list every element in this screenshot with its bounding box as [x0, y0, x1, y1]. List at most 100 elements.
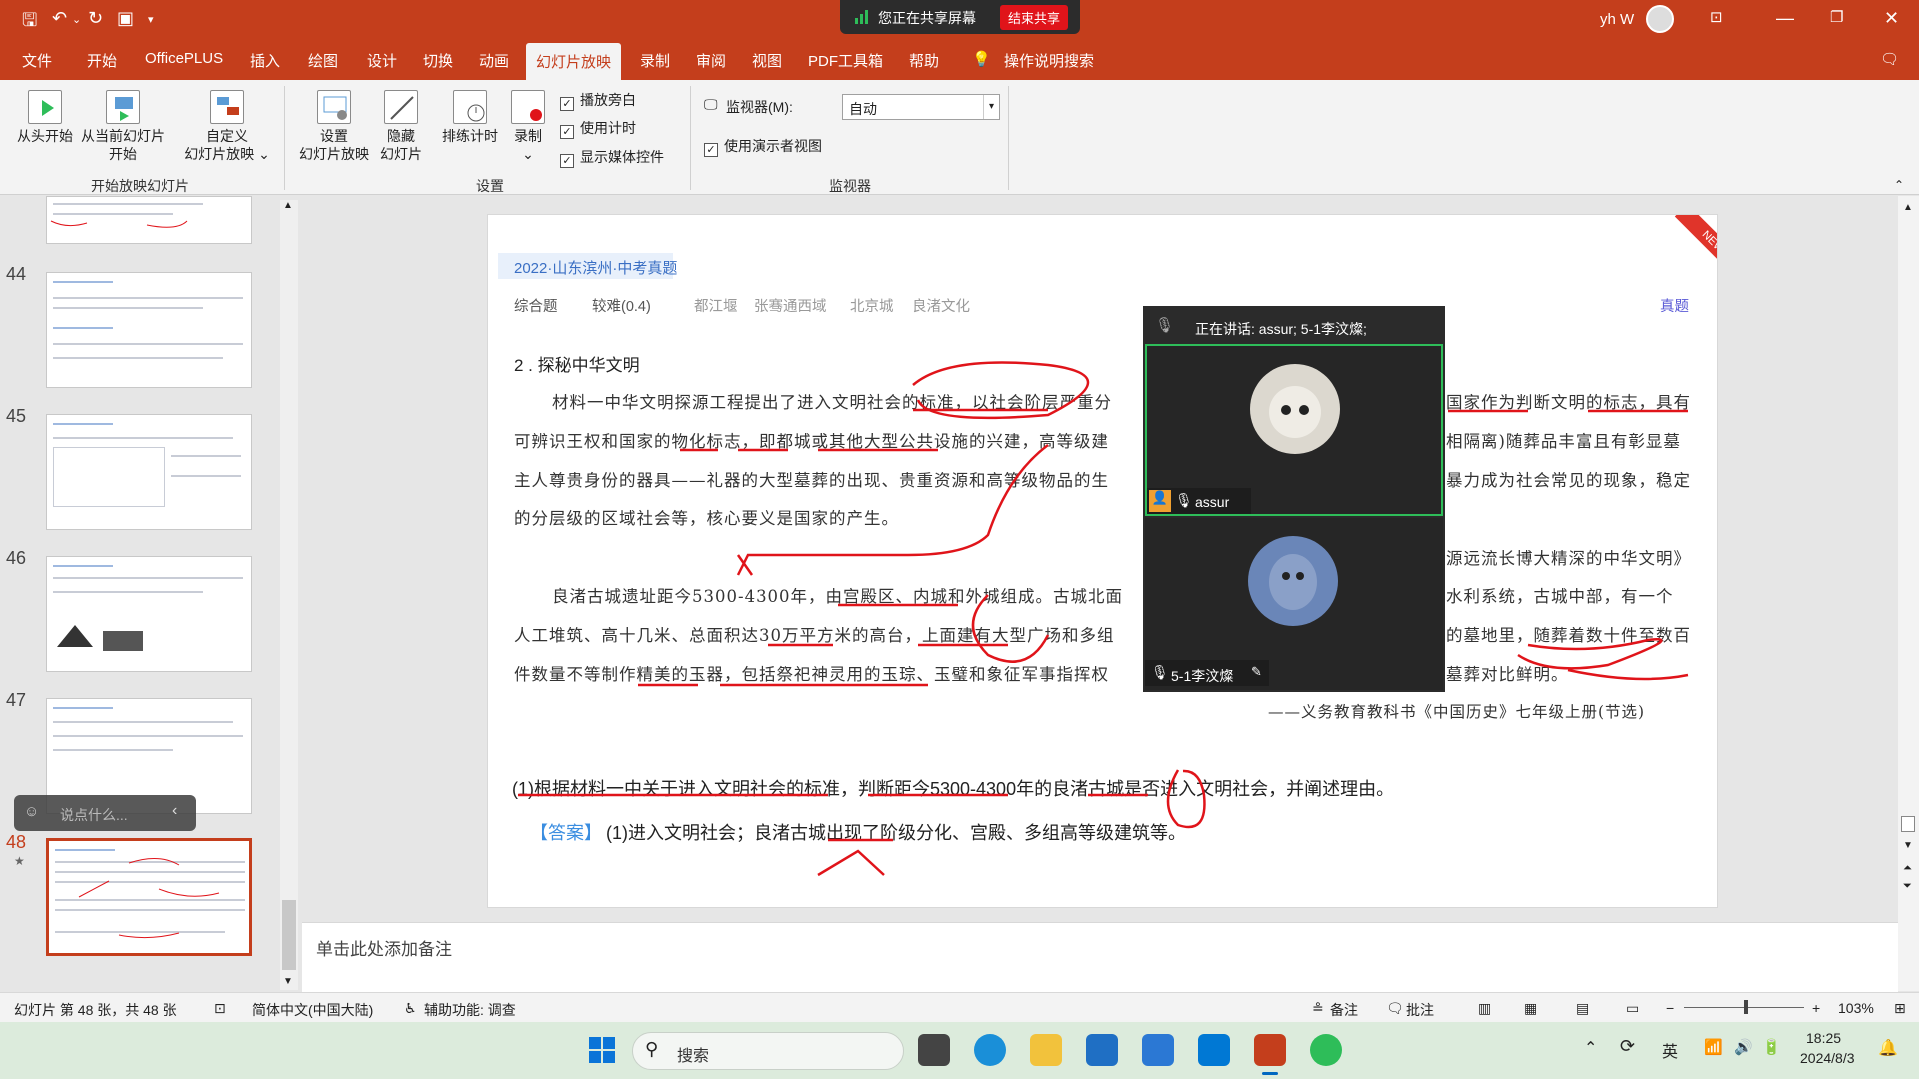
mail-icon[interactable]	[1086, 1034, 1118, 1066]
scroll-up-icon[interactable]: ▲	[283, 200, 293, 211]
collapse-chat-icon[interactable]: ‹	[172, 802, 177, 820]
spellcheck-icon[interactable]: ⊡	[214, 1000, 226, 1017]
save-icon[interactable]: 🖫	[22, 8, 37, 38]
tell-me-search[interactable]: 操作说明搜索	[1004, 50, 1094, 71]
tab-insert[interactable]: 插入	[250, 50, 280, 71]
edge-icon[interactable]	[974, 1034, 1006, 1066]
reading-view-icon[interactable]: ▤	[1576, 1000, 1589, 1017]
participant-name: 5-1李汶燦	[1171, 668, 1234, 684]
tab-slideshow[interactable]: 幻灯片放映	[526, 43, 622, 80]
zoom-in-icon[interactable]: +	[1812, 1000, 1820, 1016]
comments-button[interactable]: 批注	[1406, 1000, 1434, 1020]
undo-icon[interactable]: ↶	[52, 8, 67, 29]
collapse-ribbon-icon[interactable]: ⌃	[1894, 178, 1904, 192]
stop-share-button[interactable]: 结束共享	[1000, 5, 1069, 30]
play-narration-checkbox[interactable]: ✓ 播放旁白	[560, 90, 636, 111]
participant-tile[interactable]: 👤 🎙 assur	[1145, 344, 1443, 516]
presenter-view-checkbox[interactable]: ✓ 使用演示者视图	[704, 136, 822, 157]
slide-thumbnail-current[interactable]	[46, 838, 252, 956]
notification-icon[interactable]: 🔔	[1878, 1038, 1898, 1058]
scroll-down-icon[interactable]: ▼	[1903, 840, 1913, 851]
tab-help[interactable]: 帮助	[909, 50, 939, 71]
next-slide-icon[interactable]: ⏷	[1903, 880, 1912, 893]
undo-dropdown-icon[interactable]: ⌄	[72, 13, 81, 26]
wifi-icon[interactable]: 📶	[1704, 1038, 1723, 1056]
record-button[interactable]: 录制 ⌄	[508, 90, 548, 163]
battery-icon[interactable]: 🔋	[1762, 1038, 1781, 1056]
fit-slide-icon[interactable]: ⊞	[1894, 1000, 1906, 1017]
tab-design[interactable]: 设计	[367, 50, 397, 71]
scroll-thumb[interactable]	[1901, 816, 1915, 832]
zoom-out-icon[interactable]: −	[1666, 1000, 1674, 1016]
zoom-slider-handle[interactable]	[1744, 1000, 1748, 1014]
thumbnail-scrollbar[interactable]: ▲ ▼	[280, 200, 298, 990]
avatar[interactable]	[1646, 5, 1674, 33]
close-icon[interactable]: ✕	[1884, 8, 1899, 29]
hide-slide-button[interactable]: 隐藏 幻灯片	[372, 90, 430, 163]
wechat-icon[interactable]	[1310, 1034, 1342, 1066]
tab-view[interactable]: 视图	[752, 50, 782, 71]
clock-time[interactable]: 18:25	[1806, 1030, 1841, 1046]
slide-sorter-icon[interactable]: ▦	[1524, 1000, 1537, 1017]
normal-view-icon[interactable]: ▥	[1478, 1000, 1491, 1017]
ime-indicator[interactable]: 英	[1662, 1038, 1678, 1062]
user-name[interactable]: yh W	[1600, 11, 1634, 28]
participant-tile[interactable]: 🎙 5-1李汶燦 ✎	[1145, 518, 1443, 690]
notes-pane[interactable]: 单击此处添加备注	[302, 922, 1898, 992]
show-hidden-icons-icon[interactable]: ⌃	[1584, 1038, 1597, 1058]
tab-animations[interactable]: 动画	[479, 50, 509, 71]
lark-icon[interactable]	[1198, 1034, 1230, 1066]
tab-transitions[interactable]: 切换	[423, 50, 453, 71]
zoom-level[interactable]: 103%	[1838, 1000, 1874, 1016]
powerpoint-icon[interactable]	[1254, 1034, 1286, 1066]
scroll-up-icon[interactable]: ▲	[1903, 202, 1913, 213]
tab-home[interactable]: 开始	[87, 50, 117, 71]
previous-slide-icon[interactable]: ⏶	[1903, 862, 1912, 875]
tab-draw[interactable]: 绘图	[308, 50, 338, 71]
tab-record[interactable]: 录制	[640, 50, 670, 71]
taskbar-search[interactable]: ⚲ 搜索	[632, 1032, 904, 1070]
from-start-button[interactable]: 从头开始	[10, 90, 80, 145]
sync-icon[interactable]: ⟳	[1620, 1036, 1635, 1057]
tab-pdf-tools[interactable]: PDF工具箱	[808, 50, 883, 71]
scroll-down-icon[interactable]: ▼	[283, 976, 293, 987]
accessibility-status[interactable]: 辅助功能: 调查	[424, 1000, 516, 1020]
slide-thumbnail[interactable]	[46, 414, 252, 530]
clock-date[interactable]: 2024/8/3	[1800, 1050, 1855, 1066]
slide-thumbnail[interactable]	[46, 272, 252, 388]
scroll-thumb[interactable]	[282, 900, 296, 970]
search-placeholder: 搜索	[677, 1048, 710, 1065]
present-icon[interactable]: ▣	[117, 8, 134, 29]
language-status[interactable]: 简体中文(中国大陆)	[252, 1000, 373, 1020]
slide-thumbnail-partial[interactable]	[46, 196, 252, 244]
task-view-icon[interactable]	[918, 1034, 950, 1066]
file-explorer-icon[interactable]	[1030, 1034, 1062, 1066]
tab-file[interactable]: 文件	[22, 50, 52, 71]
comments-icon[interactable]: 🗨	[1880, 50, 1899, 68]
from-current-button[interactable]: 从当前幻灯片 开始	[78, 90, 168, 163]
redo-icon[interactable]: ↻	[88, 8, 103, 29]
tab-review[interactable]: 审阅	[696, 50, 726, 71]
status-bar: 幻灯片 第 48 张，共 48 张 ⊡ 简体中文(中国大陆) ♿ 辅助功能: 调…	[0, 992, 1919, 1022]
slide-thumbnail[interactable]	[46, 556, 252, 672]
restore-icon[interactable]: ❐	[1830, 8, 1843, 26]
monitor-select[interactable]: 自动 ▾	[842, 94, 1000, 120]
emoji-icon[interactable]: ☺	[24, 803, 39, 820]
customize-qat-icon[interactable]: ▾	[148, 13, 154, 26]
custom-slideshow-button[interactable]: 自定义 幻灯片放映 ⌄	[182, 90, 272, 163]
chat-input[interactable]: ☺ 说点什么... ‹	[14, 795, 196, 831]
slide-scrollbar[interactable]: ▲ ▼ ⏶ ⏷	[1898, 196, 1919, 991]
notes-button[interactable]: 备注	[1330, 1000, 1358, 1020]
slide-canvas[interactable]: 2022·山东滨州·中考真题 NEW 综合题 较难(0.4) 都江堰 张骞通西域…	[487, 214, 1718, 908]
start-icon[interactable]	[586, 1034, 618, 1066]
tab-officeplus[interactable]: OfficePLUS	[145, 50, 223, 67]
volume-icon[interactable]: 🔊	[1734, 1038, 1753, 1056]
slideshow-view-icon[interactable]: ▭	[1626, 1000, 1639, 1017]
rehearse-timings-button[interactable]: 排练计时	[434, 90, 506, 145]
show-media-checkbox[interactable]: ✓ 显示媒体控件	[560, 147, 664, 168]
use-timings-checkbox[interactable]: ✓ 使用计时	[560, 118, 636, 139]
minimize-icon[interactable]: —	[1776, 8, 1794, 29]
setup-slideshow-button[interactable]: 设置 幻灯片放映	[296, 90, 372, 163]
ribbon-display-icon[interactable]: ⊡	[1710, 8, 1723, 26]
store-icon[interactable]	[1142, 1034, 1174, 1066]
